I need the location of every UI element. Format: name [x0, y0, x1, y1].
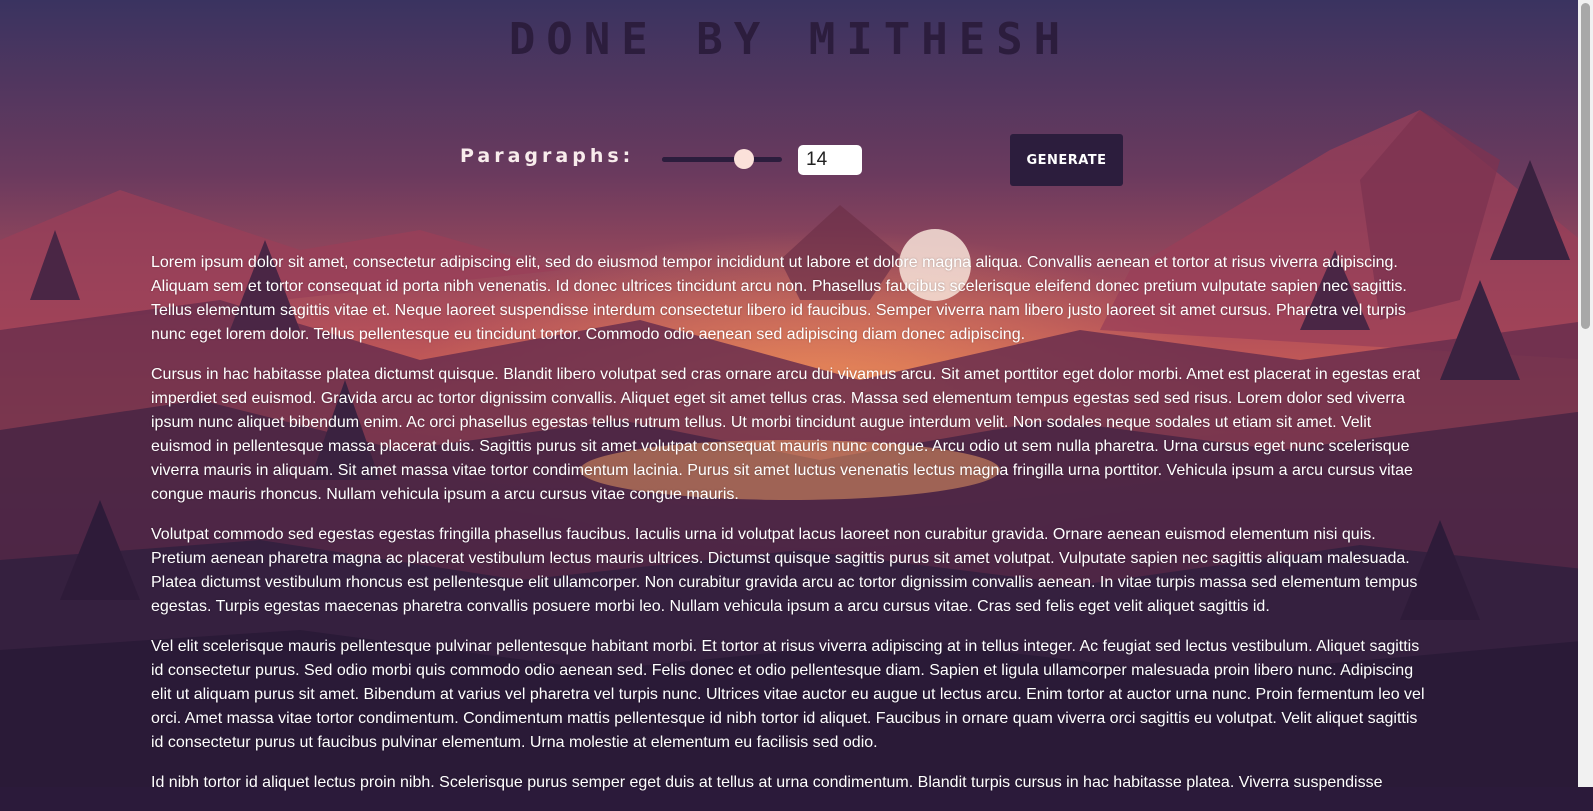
paragraph: Id nibh tortor id aliquet lectus proin n…	[151, 774, 1383, 791]
scrollbar-thumb[interactable]	[1581, 3, 1590, 329]
page-scrollbar[interactable]	[1578, 0, 1593, 787]
paragraph: Lorem ipsum dolor sit amet, consectetur …	[151, 254, 1407, 343]
page-title: DONE BY MITHESH	[508, 14, 1072, 65]
generate-button[interactable]: GENERATE	[1010, 134, 1123, 186]
generated-text-area: Lorem ipsum dolor sit amet, consectetur …	[151, 251, 1427, 811]
paragraph: Cursus in hac habitasse platea dictumst …	[151, 366, 1421, 503]
paragraphs-slider[interactable]	[662, 149, 782, 169]
paragraphs-label: Paragraphs:	[460, 145, 635, 167]
controls-bar: Paragraphs: GENERATE	[0, 134, 1593, 186]
paragraph-count-input[interactable]	[798, 145, 862, 175]
paragraph: Volutpat commodo sed egestas egestas fri…	[151, 526, 1418, 615]
paragraph: Vel elit scelerisque mauris pellentesque…	[151, 638, 1425, 751]
slider-track-fill	[662, 157, 745, 162]
slider-thumb[interactable]	[734, 149, 755, 169]
